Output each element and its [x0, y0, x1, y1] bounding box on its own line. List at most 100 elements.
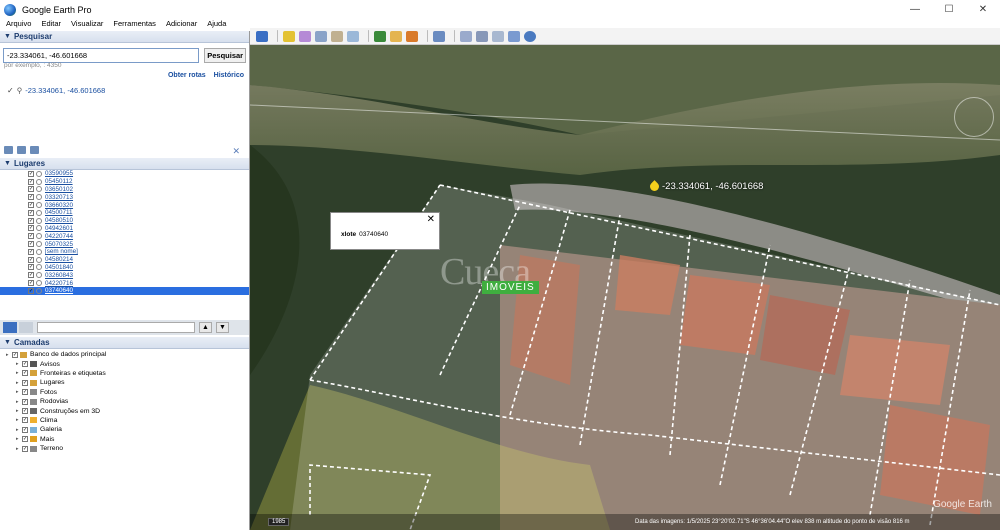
layer-item[interactable]: ▸ ✓ Fotos [0, 388, 249, 397]
path-icon[interactable] [315, 30, 327, 42]
minimize-button[interactable]: — [898, 0, 932, 19]
checkbox[interactable]: ✓ [28, 256, 34, 263]
close-balloon-icon[interactable]: ✕ [427, 214, 435, 225]
checkbox[interactable]: ✓ [28, 186, 34, 193]
list-item[interactable]: ✓ 04220716 [0, 279, 249, 287]
planets-icon[interactable] [406, 30, 418, 42]
layer-item[interactable]: ▸ ✓ Clima [0, 416, 249, 425]
list-item[interactable]: ✓ 04580510 [0, 217, 249, 225]
search-input[interactable] [3, 48, 200, 63]
checkbox[interactable]: ✓ [28, 287, 34, 294]
list-item[interactable]: ✓ 03590955 [0, 170, 249, 178]
ruler-icon[interactable] [433, 30, 445, 42]
checkbox[interactable]: ✓ [28, 202, 34, 209]
map-view[interactable]: Google Earth [250, 45, 1000, 530]
list-item[interactable]: ✓ 04500711 [0, 209, 249, 217]
sidebar-toggle-icon[interactable] [256, 30, 268, 42]
sun-icon[interactable] [390, 30, 402, 42]
save-image-icon[interactable] [492, 30, 504, 42]
maximize-button[interactable]: ☐ [932, 0, 966, 19]
checkbox[interactable]: ✓ [28, 194, 34, 201]
layer-item[interactable]: ▸ ✓ Avisos [0, 359, 249, 368]
polygon-icon[interactable] [299, 30, 311, 42]
placemark-label[interactable]: -23.334061, -46.601668 [662, 181, 763, 192]
checkbox[interactable]: ✓ [22, 445, 28, 452]
search-section-header[interactable]: ▼ Pesquisar [0, 31, 249, 43]
print-icon[interactable] [30, 146, 39, 154]
navigation-compass[interactable] [954, 97, 994, 137]
email-icon[interactable] [460, 30, 472, 42]
layer-item[interactable]: ▸ ✓ Rodovias [0, 397, 249, 406]
checkbox[interactable]: ✓ [28, 248, 34, 255]
checkbox[interactable]: ✓ [28, 217, 34, 224]
layer-item[interactable]: ▸ ✓ Construções em 3D [0, 406, 249, 415]
tour-icon[interactable] [347, 30, 359, 42]
layer-item[interactable]: ▸ ✓ Fronteiras e etiquetas [0, 369, 249, 378]
checkbox[interactable]: ✓ [28, 225, 34, 232]
menu-arquivo[interactable]: Arquivo [0, 19, 35, 31]
checkbox[interactable]: ✓ [22, 361, 28, 368]
list-item[interactable]: ✓ 03650102 [0, 186, 249, 194]
menu-visualizar[interactable]: Visualizar [65, 19, 107, 31]
checkbox[interactable]: ✓ [28, 272, 34, 279]
search-button[interactable]: Pesquisar [204, 48, 246, 63]
menu-ajuda[interactable]: Ajuda [201, 19, 230, 31]
layer-item[interactable]: ▸ ✓ Mais [0, 435, 249, 444]
checkbox[interactable]: ✓ [12, 351, 18, 358]
maps-icon[interactable] [508, 30, 520, 42]
checkbox[interactable]: ✓ [28, 264, 34, 271]
history-link[interactable]: Histórico [214, 72, 244, 79]
list-item[interactable]: ✓ 04942601 [0, 225, 249, 233]
list-item[interactable]: ✓ 04220744 [0, 232, 249, 240]
list-item[interactable]: ✓ 05070325 [0, 240, 249, 248]
checkbox[interactable]: ✓ [22, 408, 28, 415]
search-places-icon[interactable] [3, 322, 17, 333]
search-result[interactable]: ✓ ⚲ -23.334061, -46.601668 [0, 86, 249, 95]
refresh-icon[interactable] [17, 146, 26, 154]
up-arrow-icon[interactable]: ▲ [199, 322, 212, 333]
layer-item[interactable]: ▸ ✓ Lugares [0, 378, 249, 387]
layers-section-header[interactable]: ▼ Camadas [0, 337, 249, 349]
places-filter-input[interactable] [37, 322, 195, 333]
list-item[interactable]: ✓ 03660320 [0, 201, 249, 209]
menu-editar[interactable]: Editar [35, 19, 65, 31]
checkbox[interactable]: ✓ [22, 426, 28, 433]
menu-adicionar[interactable]: Adicionar [160, 19, 201, 31]
list-view-icon[interactable] [19, 322, 33, 333]
list-item[interactable]: ✓ 04580214 [0, 256, 249, 264]
list-item[interactable]: ✓ 03740640 [0, 286, 249, 295]
add-folder-icon[interactable] [4, 146, 13, 154]
list-item[interactable]: ✓ [sem nome] [0, 248, 249, 256]
checkbox[interactable]: ✓ [22, 417, 28, 424]
list-item[interactable]: ✓ 05450112 [0, 178, 249, 186]
placemark-icon[interactable] [283, 30, 295, 42]
checkbox[interactable]: ✓ [28, 209, 34, 216]
checkbox[interactable]: ✓ [22, 389, 28, 396]
close-icon[interactable]: ✕ [232, 146, 240, 156]
checkbox[interactable]: ✓ [28, 178, 34, 185]
layer-item[interactable]: ▸ ✓ Terreno [0, 444, 249, 453]
list-item[interactable]: ✓ 04501840 [0, 264, 249, 272]
menu-ferramentas[interactable]: Ferramentas [107, 19, 160, 31]
print-icon[interactable] [476, 30, 488, 42]
history-icon[interactable] [374, 30, 386, 42]
list-item[interactable]: ✓ 03260843 [0, 271, 249, 279]
places-section-header[interactable]: ▼ Lugares [0, 158, 249, 170]
checkbox[interactable]: ✓ [28, 241, 34, 248]
checkbox[interactable]: ✓ [28, 233, 34, 240]
layer-item[interactable]: ▸ ✓ Galeria [0, 425, 249, 434]
checkbox[interactable]: ✓ [22, 370, 28, 377]
close-button[interactable]: ✕ [966, 0, 1000, 19]
down-arrow-icon[interactable]: ▼ [216, 322, 229, 333]
checkbox[interactable]: ✓ [22, 436, 28, 443]
layer-item[interactable]: ▸ ✓ Banco de dados principal [0, 350, 249, 359]
directions-link[interactable]: Obter rotas [168, 72, 206, 79]
checkbox[interactable]: ✓ [28, 280, 34, 287]
checkbox[interactable]: ✓ [22, 379, 28, 386]
earth-icon[interactable] [524, 30, 536, 42]
list-item[interactable]: ✓ 03320713 [0, 193, 249, 201]
historical-year-button[interactable]: 1985 [268, 518, 290, 526]
overlay-icon[interactable] [331, 30, 343, 42]
checkbox[interactable]: ✓ [28, 170, 34, 177]
checkbox[interactable]: ✓ [22, 398, 28, 405]
